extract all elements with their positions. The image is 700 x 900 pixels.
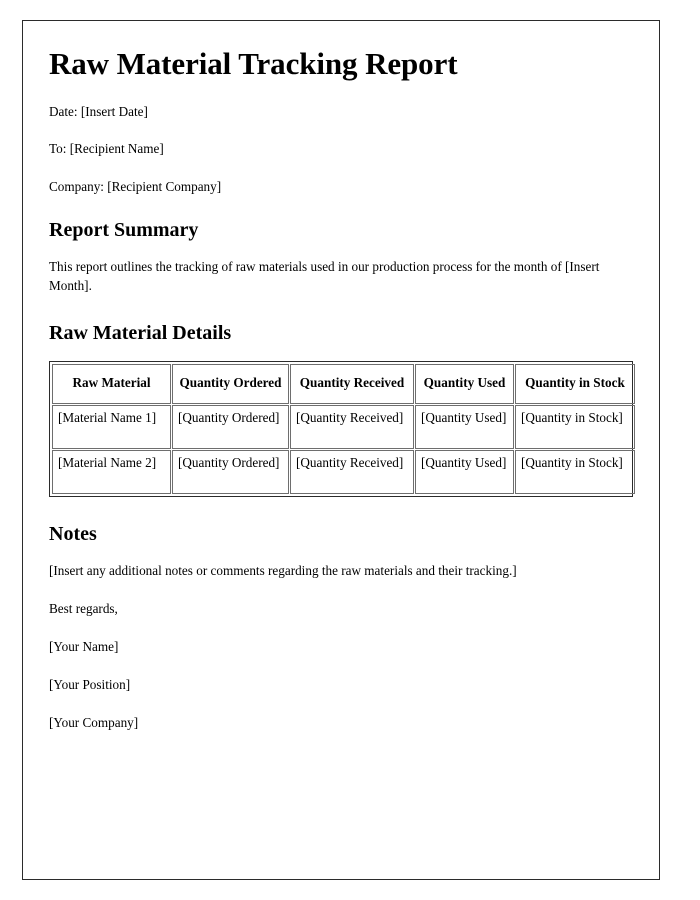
- meta-recipient: To: [Recipient Name]: [49, 141, 164, 157]
- table-body: [Material Name 1] [Quantity Ordered] [Qu…: [52, 404, 635, 494]
- meta-company: Company: [Recipient Company]: [49, 178, 222, 194]
- signature-company: [Your Company]: [49, 715, 139, 731]
- table-header: Raw Material Quantity Ordered Quantity R…: [52, 363, 635, 404]
- document-page: Raw Material Tracking Report Date: [Inse…: [22, 20, 660, 880]
- section-report-summary: Report Summary This report outlines the …: [49, 219, 633, 295]
- table-row: [Material Name 1] [Quantity Ordered] [Qu…: [52, 404, 635, 449]
- cell-quantity-used: [Quantity Used]: [415, 449, 514, 494]
- section-notes: Notes [Insert any additional notes or co…: [49, 523, 633, 732]
- column-header-raw-material: Raw Material: [52, 363, 171, 404]
- cell-quantity-in-stock: [Quantity in Stock]: [515, 404, 635, 449]
- cell-quantity-used: [Quantity Used]: [415, 404, 514, 449]
- table-row: [Material Name 2] [Quantity Ordered] [Qu…: [52, 449, 635, 494]
- cell-quantity-ordered: [Quantity Ordered]: [172, 404, 289, 449]
- cell-material-name: [Material Name 2]: [52, 449, 171, 494]
- cell-quantity-in-stock: [Quantity in Stock]: [515, 449, 635, 494]
- document-body: Raw Material Tracking Report Date: [Inse…: [23, 21, 659, 731]
- table-header-row: Raw Material Quantity Ordered Quantity R…: [52, 363, 635, 404]
- closing-salutation: Best regards,: [49, 600, 118, 616]
- cell-quantity-received: [Quantity Received]: [290, 449, 414, 494]
- signature-name: [Your Name]: [49, 639, 119, 654]
- meta-date: Date: [Insert Date]: [49, 103, 148, 119]
- cell-material-name: [Material Name 1]: [52, 404, 171, 449]
- raw-material-table: Raw Material Quantity Ordered Quantity R…: [51, 363, 636, 495]
- section-heading-raw-material-details: Raw Material Details: [49, 321, 232, 344]
- column-header-quantity-received: Quantity Received: [290, 363, 414, 404]
- section-raw-material-details: Raw Material Details Raw Material Quanti…: [49, 321, 636, 497]
- cell-quantity-ordered: [Quantity Ordered]: [172, 449, 289, 494]
- cell-quantity-received: [Quantity Received]: [290, 404, 414, 449]
- report-summary-paragraph: This report outlines the tracking of raw…: [49, 259, 600, 293]
- notes-placeholder-text: [Insert any additional notes or comments…: [49, 562, 517, 578]
- column-header-quantity-ordered: Quantity Ordered: [172, 363, 289, 404]
- section-heading-report-summary: Report Summary: [49, 219, 199, 242]
- column-header-quantity-used: Quantity Used: [415, 363, 514, 404]
- section-heading-notes: Notes: [49, 522, 97, 545]
- document-meta-block: Date: [Insert Date] To: [Recipient Name]…: [49, 104, 633, 196]
- signature-position: [Your Position]: [49, 677, 131, 693]
- page-title: Raw Material Tracking Report: [49, 46, 458, 81]
- raw-material-table-frame: Raw Material Quantity Ordered Quantity R…: [49, 360, 636, 497]
- column-header-quantity-in-stock: Quantity in Stock: [515, 363, 635, 404]
